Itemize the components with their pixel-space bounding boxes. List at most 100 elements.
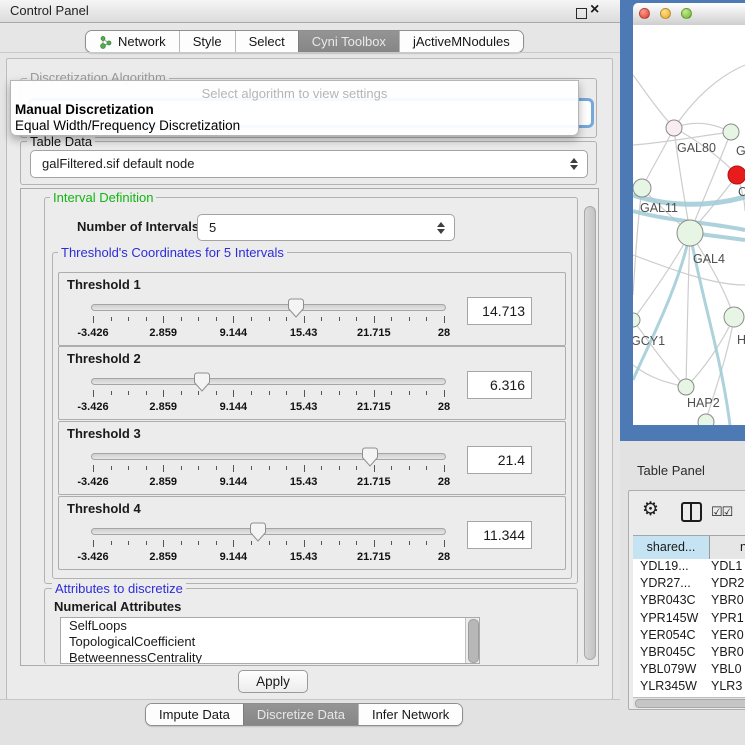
slider-tick (233, 390, 234, 397)
slider-tick (163, 316, 164, 323)
tab-network[interactable]: Network (86, 31, 179, 52)
table-row[interactable]: YER054CYER0 (633, 628, 745, 645)
slider-tick (321, 541, 322, 545)
slider-track[interactable] (91, 304, 446, 311)
slider-tick-label: 21.715 (357, 327, 391, 339)
slider-handle[interactable] (288, 298, 304, 318)
slider-handle[interactable] (250, 522, 266, 542)
combo-stepper-icon (570, 158, 578, 170)
slider-track[interactable] (91, 528, 446, 535)
slider-tick (181, 317, 182, 321)
threshold-value-field[interactable]: 14.713 (467, 297, 532, 325)
list-scrollbar[interactable] (465, 618, 479, 663)
tab-impute-data[interactable]: Impute Data (146, 704, 243, 725)
table-row[interactable]: YDL19...YDL1 (633, 559, 745, 576)
list-item[interactable]: BetweennessCentrality (61, 650, 479, 664)
slider-tick (409, 317, 410, 321)
numerical-attributes-list[interactable]: SelfLoopsTopologicalCoefficientBetweenne… (60, 617, 480, 664)
slider-tick-label: 15.43 (290, 327, 318, 339)
node[interactable] (724, 307, 744, 327)
network-canvas[interactable]: GAL80GACGAL11GAL4GCY1HHAP2 (633, 25, 745, 425)
node-gal11[interactable] (633, 179, 651, 197)
split-columns-icon[interactable] (681, 502, 702, 522)
slider-tick (304, 390, 305, 397)
node-red-selected[interactable] (728, 166, 745, 184)
column-header-shared[interactable]: shared... (633, 536, 710, 559)
algorithm-option-equal-width[interactable]: Equal Width/Frequency Discretization (15, 118, 240, 133)
table-data-combo[interactable]: galFiltered.sif default node (30, 150, 588, 178)
slider-tick-label: 2.859 (149, 551, 177, 563)
threshold-label: Threshold 3 (67, 426, 141, 441)
cell-shared-name: YBL079W (633, 662, 709, 679)
slider-tick (146, 466, 147, 470)
network-view-window: GAL80GACGAL11GAL4GCY1HHAP2 (620, 0, 745, 441)
tab-style[interactable]: Style (179, 31, 235, 52)
table-row[interactable]: YBL079WYBL0 (633, 662, 745, 679)
slider-track[interactable] (91, 378, 446, 385)
node-label: GA (736, 144, 745, 158)
slider-tick (339, 466, 340, 470)
num-intervals-combo[interactable]: 5 (197, 214, 455, 241)
table-row[interactable]: YDR27...YDR2 (633, 576, 745, 593)
slider-tick (391, 391, 392, 395)
slider-handle[interactable] (194, 372, 210, 392)
slider-tick (111, 391, 112, 395)
node-gcy1[interactable] (633, 313, 640, 327)
tab-cyni-toolbox[interactable]: Cyni Toolbox (298, 31, 399, 52)
node[interactable] (698, 414, 714, 425)
tab-jactivemnodules[interactable]: jActiveMNodules (399, 31, 523, 52)
cell-name: YPR1 (709, 611, 745, 628)
tab-infer-network[interactable]: Infer Network (358, 704, 462, 725)
column-header-name[interactable]: n (710, 536, 745, 559)
slider-tick (269, 466, 270, 470)
table-row[interactable]: YLR345WYLR3 (633, 679, 745, 696)
node[interactable] (723, 124, 739, 140)
slider-tick (198, 541, 199, 545)
horizontal-scrollbar[interactable] (633, 697, 745, 708)
tab-discretize-data[interactable]: Discretize Data (243, 704, 358, 725)
table-row[interactable]: YBR045CYBR0 (633, 645, 745, 662)
slider-tick-label: 28 (438, 401, 450, 413)
threshold-value-field[interactable]: 21.4 (467, 446, 532, 474)
table-panel-window: ⚙ ☑☑ shared... n YDL19...YDL1YDR27...YDR… (628, 490, 745, 710)
slider-track[interactable] (91, 453, 446, 460)
slider-tick (426, 466, 427, 470)
slider-tick-label: 28 (438, 327, 450, 339)
gear-icon[interactable]: ⚙ (642, 500, 659, 519)
node-gal80[interactable] (666, 120, 682, 136)
slider-tick (444, 540, 445, 547)
top-tabbar: NetworkStyleSelectCyni ToolboxjActiveMNo… (85, 30, 524, 53)
list-item[interactable]: SelfLoops (61, 618, 479, 634)
node-hap2[interactable] (678, 379, 694, 395)
tab-select[interactable]: Select (235, 31, 298, 52)
slider-tick-label: 2.859 (149, 476, 177, 488)
threshold-value-field[interactable]: 6.316 (467, 371, 532, 399)
node-label: GAL4 (693, 252, 725, 266)
cell-name: YDR2 (709, 576, 745, 593)
threshold-label: Threshold 2 (67, 351, 141, 366)
list-item[interactable]: TopologicalCoefficient (61, 634, 479, 650)
zoom-traffic-light-icon[interactable] (681, 8, 692, 19)
float-window-icon[interactable] (576, 8, 587, 19)
slider-tick (233, 316, 234, 323)
algorithm-option-manual[interactable]: Manual Discretization (15, 102, 154, 117)
slider-tick (339, 391, 340, 395)
node-gal4[interactable] (677, 220, 703, 246)
slider-tick (163, 540, 164, 547)
node-label: C (738, 185, 745, 199)
close-icon[interactable]: × (590, 1, 599, 19)
close-traffic-light-icon[interactable] (639, 8, 650, 19)
slider-tick (304, 316, 305, 323)
table-row[interactable]: YBR043CYBR0 (633, 593, 745, 610)
vertical-scrollbar[interactable] (584, 206, 596, 660)
apply-button[interactable]: Apply (238, 670, 308, 693)
cell-shared-name: YBR045C (633, 645, 709, 662)
minimize-traffic-light-icon[interactable] (660, 8, 671, 19)
threshold-panel: Threshold 3-3.4262.8599.14415.4321.71528… (58, 421, 566, 495)
slider-tick-label: -3.426 (77, 551, 108, 563)
slider-tick (111, 466, 112, 470)
slider-handle[interactable] (362, 447, 378, 467)
threshold-value-field[interactable]: 11.344 (467, 521, 532, 549)
table-row[interactable]: YPR145WYPR1 (633, 611, 745, 628)
checkbox-icons[interactable]: ☑☑ (711, 504, 732, 520)
